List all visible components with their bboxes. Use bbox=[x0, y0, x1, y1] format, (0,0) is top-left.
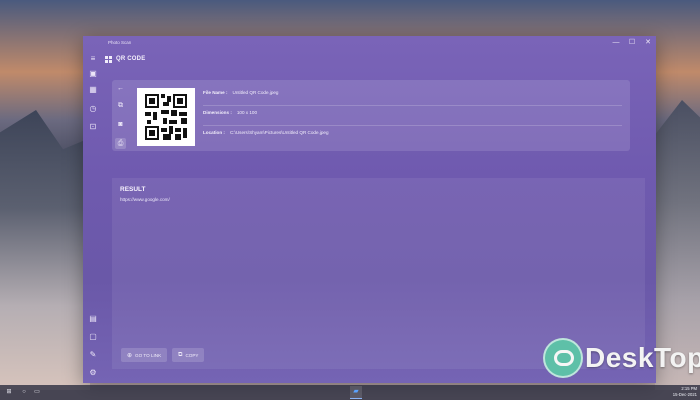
close-button[interactable]: ✕ bbox=[640, 36, 656, 49]
qr-code-image bbox=[137, 88, 195, 146]
file-details: File Name : Untitled QR Code.jpeg Dimensi… bbox=[203, 86, 622, 146]
menu-icon[interactable]: ≡ bbox=[87, 53, 99, 65]
title-bar: Photo Scan — ☐ ✕ bbox=[83, 36, 656, 49]
qr-code-icon[interactable]: ▦ bbox=[87, 84, 99, 96]
file-info-panel: ← ⧉ ◙ ⎙ File Name: Untitled QR Code.jpe… bbox=[112, 80, 630, 151]
system-clock[interactable]: 2:15 PM 15-Dec-2021 bbox=[673, 386, 697, 398]
sidebar: ≡ ▣ ▦ ◷ ⊡ ▤ ▢ ✎ ⚙ bbox=[83, 49, 103, 383]
notes-icon[interactable]: ▤ bbox=[87, 313, 99, 325]
feedback-icon[interactable]: ✎ bbox=[87, 349, 99, 361]
qr-code-graphic bbox=[145, 94, 187, 140]
dimensions-value: 100 x 100 bbox=[236, 110, 258, 115]
window-title: Photo Scan bbox=[108, 40, 132, 45]
watermark: DeskTop bbox=[543, 338, 700, 378]
copy-image-icon[interactable]: ⧉ bbox=[115, 100, 126, 111]
background-mountains-left bbox=[0, 110, 90, 390]
location-value: C:\Users\Shyam\Pictures\Untitled QR Code… bbox=[229, 130, 329, 135]
search-icon[interactable]: ○ bbox=[19, 387, 29, 398]
task-view-icon[interactable]: ▭ bbox=[32, 387, 42, 398]
result-title: RESULT bbox=[120, 186, 146, 193]
location-label: Location : bbox=[203, 130, 225, 135]
copy-label: COPY bbox=[185, 352, 199, 358]
save-icon[interactable]: ⎙ bbox=[115, 138, 126, 149]
maximize-button[interactable]: ☐ bbox=[624, 36, 640, 49]
copy-button[interactable]: ⧉ COPY bbox=[172, 348, 205, 362]
result-text[interactable]: https://www.google.com/ bbox=[120, 197, 170, 202]
image-icon[interactable]: ▣ bbox=[87, 68, 99, 80]
history-icon[interactable]: ◷ bbox=[87, 103, 99, 115]
clipboard-icon[interactable]: ▢ bbox=[87, 331, 99, 343]
link-icon: ⊕ bbox=[127, 352, 133, 359]
page-header: QR CODE bbox=[105, 52, 145, 66]
location-row: Location : C:\Users\Shyam\Pictures\Untitl… bbox=[203, 126, 622, 146]
qr-code-icon bbox=[105, 55, 112, 63]
watermark-text: DeskTop bbox=[585, 342, 700, 373]
clock-date: 15-Dec-2021 bbox=[672, 392, 697, 397]
page-title: QR CODE bbox=[116, 56, 146, 62]
app-window: Photo Scan — ☐ ✕ ≡ ▣ ▦ ◷ ⊡ ▤ ▢ ✎ ⚙ QR CO… bbox=[83, 36, 656, 383]
scan-icon[interactable]: ⊡ bbox=[87, 121, 99, 133]
go-to-link-label: GO TO LINK bbox=[135, 352, 162, 358]
file-name-value: Untitled QR Code.jpeg bbox=[232, 90, 279, 95]
result-actions: ⊕ GO TO LINK ⧉ COPY bbox=[121, 348, 205, 362]
taskbar: ⊞ ○ ▭ ▰ 2:15 PM 15-Dec-2021 bbox=[0, 385, 700, 400]
dimensions-row: Dimensions : 100 x 100 bbox=[203, 106, 622, 126]
watermark-logo bbox=[543, 338, 583, 378]
dimensions-label: Dimensions : bbox=[203, 110, 232, 115]
settings-icon[interactable]: ⚙ bbox=[87, 367, 99, 379]
image-toolbar: ← ⧉ ◙ ⎙ bbox=[112, 80, 129, 151]
file-name-row: File Name : Untitled QR Code.jpeg bbox=[203, 86, 622, 106]
minimize-button[interactable]: — bbox=[608, 36, 624, 49]
window-controls: — ☐ ✕ bbox=[608, 36, 656, 49]
copy-icon: ⧉ bbox=[178, 351, 183, 358]
start-icon[interactable]: ⊞ bbox=[4, 387, 14, 398]
photo-scan-taskbar-icon[interactable]: ▰ bbox=[350, 386, 362, 399]
go-to-link-button[interactable]: ⊕ GO TO LINK bbox=[121, 348, 168, 362]
camera-icon[interactable]: ◙ bbox=[115, 119, 126, 130]
file-name-label: File Name : bbox=[203, 90, 228, 95]
back-arrow-icon[interactable]: ← bbox=[115, 83, 126, 94]
